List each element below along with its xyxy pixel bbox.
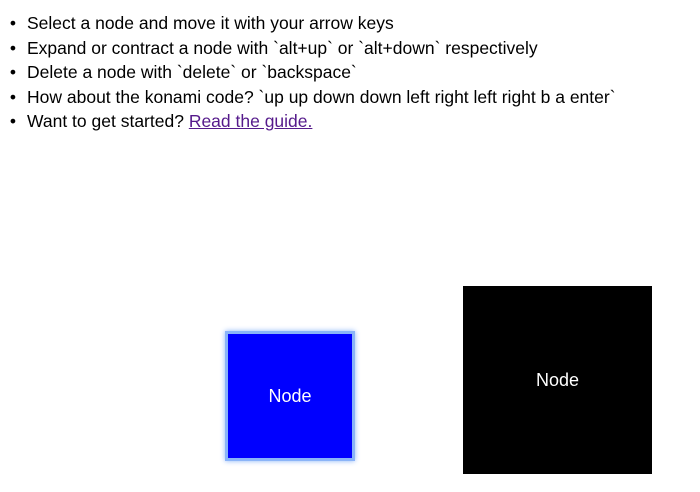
node-selected[interactable]: Node [225, 331, 355, 461]
node-label: Node [535, 369, 580, 390]
node[interactable]: Node [463, 286, 652, 474]
list-item: • Delete a node with `delete` or `backsp… [10, 60, 616, 85]
instruction-text: Expand or contract a node with `alt+up` … [27, 37, 538, 58]
page: • Select a node and move it with your ar… [0, 0, 700, 492]
instruction-text: Delete a node with `delete` or `backspac… [27, 62, 357, 82]
read-guide-link[interactable]: Read the guide. [189, 111, 313, 131]
bullet: • [9, 111, 17, 131]
instruction-text: How about the konami code? `up up down d… [27, 86, 616, 107]
bullet: • [9, 37, 17, 58]
node-label: Node [268, 385, 312, 406]
list-item: • Select a node and move it with your ar… [10, 11, 616, 36]
list-item: • How about the konami code? `up up down… [10, 85, 616, 110]
list-item: • Want to get started? Read the guide. [10, 109, 616, 134]
instructions-list: • Select a node and move it with your ar… [0, 11, 616, 134]
instruction-text: Select a node and move it with your arro… [27, 13, 394, 33]
bullet: • [9, 86, 17, 107]
bullet: • [9, 62, 17, 82]
list-item: • Expand or contract a node with `alt+up… [10, 36, 616, 61]
instruction-text: Want to get started? [27, 111, 189, 131]
bullet: • [9, 13, 17, 33]
